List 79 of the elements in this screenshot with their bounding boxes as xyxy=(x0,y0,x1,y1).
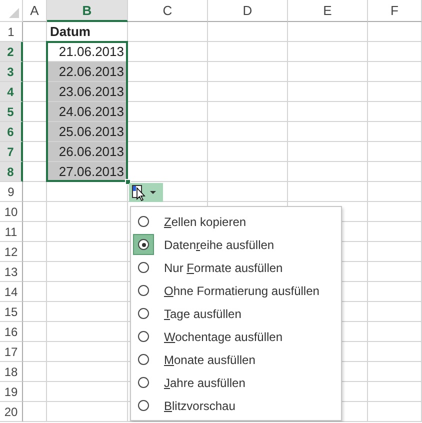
radio-button[interactable] xyxy=(133,234,154,255)
table-cell xyxy=(23,302,47,322)
row-header[interactable]: 19 xyxy=(0,382,23,402)
row-header[interactable]: 14 xyxy=(0,282,23,302)
table-cell xyxy=(23,202,47,222)
column-header[interactable]: E xyxy=(288,0,368,22)
table-cell xyxy=(368,42,422,62)
table-cell xyxy=(368,242,422,262)
table-cell xyxy=(368,22,422,42)
table-cell xyxy=(368,382,422,402)
row-header[interactable]: 1 xyxy=(0,22,23,42)
row-header[interactable]: 4 xyxy=(0,82,23,102)
column-header[interactable]: A xyxy=(23,0,47,22)
table-cell xyxy=(368,102,422,122)
caret-icon xyxy=(150,190,156,194)
table-cell xyxy=(23,362,47,382)
table-cell xyxy=(368,362,422,382)
table-cell xyxy=(368,322,422,342)
table-cell xyxy=(368,122,422,142)
table-cell xyxy=(368,302,422,322)
row-header[interactable]: 6 xyxy=(0,122,23,142)
triangle-icon xyxy=(9,8,19,18)
table-cell xyxy=(368,262,422,282)
table-cell xyxy=(23,322,47,342)
table-cell xyxy=(368,402,422,422)
table-cell xyxy=(368,202,422,222)
row-header[interactable]: 2 xyxy=(0,42,23,62)
table-cell xyxy=(23,242,47,262)
table-cell xyxy=(368,62,422,82)
row-header[interactable]: 18 xyxy=(0,362,23,382)
row-header[interactable]: 11 xyxy=(0,222,23,242)
table-cell: Datum xyxy=(47,22,128,42)
row-header[interactable]: 13 xyxy=(0,262,23,282)
table-cell xyxy=(368,182,422,202)
menu-option[interactable]: Monate ausfüllen xyxy=(131,348,341,371)
table-cell xyxy=(23,182,47,202)
row-header[interactable]: 8 xyxy=(0,162,23,182)
table-cell xyxy=(368,162,422,182)
table-cell xyxy=(23,382,47,402)
row-header[interactable]: 9 xyxy=(0,182,23,202)
table-cell xyxy=(23,262,47,282)
row-header[interactable]: 7 xyxy=(0,142,23,162)
table-cell xyxy=(368,222,422,242)
menu-option[interactable]: Blitzvorschau xyxy=(131,394,341,417)
menu-option[interactable]: Tage ausfüllen xyxy=(131,302,341,325)
menu-option[interactable]: Nur Formate ausfüllen xyxy=(131,256,341,279)
table-cell xyxy=(368,82,422,102)
table-cell: 25.06.2013 xyxy=(47,122,128,142)
row-header[interactable]: 10 xyxy=(0,202,23,222)
row-header[interactable]: 3 xyxy=(0,62,23,82)
row-header[interactable]: 17 xyxy=(0,342,23,362)
menu-option[interactable]: Wochentage ausfüllen xyxy=(131,325,341,348)
row-header[interactable]: 15 xyxy=(0,302,23,322)
row-header[interactable]: 16 xyxy=(0,322,23,342)
menu-option[interactable]: Zellen kopieren xyxy=(131,210,341,233)
column-header[interactable]: D xyxy=(208,0,288,22)
table-cell: 26.06.2013 xyxy=(47,142,128,162)
table-cell xyxy=(368,282,422,302)
row-header[interactable]: 20 xyxy=(0,402,23,422)
row-header[interactable]: 12 xyxy=(0,242,23,262)
menu-option[interactable]: Jahre ausfüllen xyxy=(131,371,341,394)
table-cell xyxy=(23,22,47,42)
table-cell xyxy=(23,222,47,242)
row-header[interactable]: 5 xyxy=(0,102,23,122)
table-cell xyxy=(23,342,47,362)
table-cell xyxy=(23,402,47,422)
column-header[interactable]: B xyxy=(47,0,128,22)
menu-option[interactable]: Ohne Formatierung ausfüllen xyxy=(131,279,341,302)
table-cell: 24.06.2013 xyxy=(47,102,128,122)
table-cell xyxy=(368,342,422,362)
column-header[interactable]: F xyxy=(368,0,422,22)
cursor-icon xyxy=(132,184,146,200)
autofill-options-button[interactable] xyxy=(129,183,163,202)
menu-option[interactable]: Datenreihe ausfüllen xyxy=(131,233,341,256)
column-header[interactable]: C xyxy=(128,0,208,22)
table-cell: 23.06.2013 xyxy=(47,82,128,102)
table-cell xyxy=(23,282,47,302)
table-cell xyxy=(368,142,422,162)
table-cell: 22.06.2013 xyxy=(47,62,128,82)
